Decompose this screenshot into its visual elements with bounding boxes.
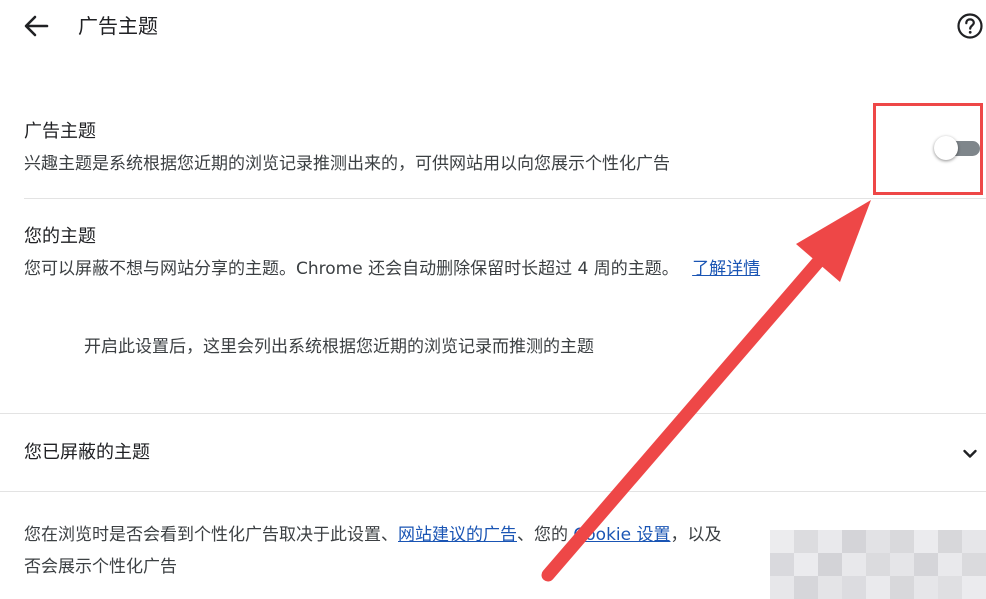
ad-topics-description: 兴趣主题是系统根据您近期的浏览记录推测出来的，可供网站用以向您展示个性化广告 <box>24 154 670 174</box>
divider <box>0 413 986 414</box>
ad-topics-title: 广告主题 <box>24 121 96 142</box>
your-topics-description-text: 您可以屏蔽不想与网站分享的主题。Chrome 还会自动删除保留时长超过 4 周的… <box>24 259 679 279</box>
page-title: 广告主题 <box>78 14 158 38</box>
blocked-topics-expand-button[interactable] <box>956 440 984 468</box>
annotation-arrow <box>541 200 871 582</box>
your-topics-title: 您的主题 <box>24 226 96 247</box>
cookie-settings-link[interactable]: Cookie 设置 <box>573 525 670 545</box>
arrow-left-icon <box>24 15 49 37</box>
site-suggested-ads-link[interactable]: 网站建议的广告 <box>398 525 517 545</box>
pixelated-mosaic <box>770 530 986 599</box>
your-topics-description: 您可以屏蔽不想与网站分享的主题。Chrome 还会自动删除保留时长超过 4 周的… <box>24 256 760 282</box>
back-button[interactable] <box>18 10 54 42</box>
help-button[interactable] <box>955 11 985 41</box>
annotation-highlight-box <box>873 103 983 195</box>
chevron-down-icon <box>963 449 977 458</box>
footer-text: 、您的 <box>517 525 574 545</box>
blocked-topics-title: 您已屏蔽的主题 <box>24 442 150 463</box>
divider <box>0 491 986 492</box>
footer-text: ，以及 <box>670 525 722 545</box>
your-topics-empty-state: 开启此设置后，这里会列出系统根据您近期的浏览记录而推测的主题 <box>84 337 594 357</box>
help-circle-icon <box>957 13 983 39</box>
divider <box>24 198 986 199</box>
footer-line-1: 您在浏览时是否会看到个性化广告取决于此设置、网站建议的广告、您的 Cookie … <box>24 522 722 548</box>
footer-text: 您在浏览时是否会看到个性化广告取决于此设置、 <box>24 525 398 545</box>
footer-line-2: 否会展示个性化广告 <box>24 557 177 577</box>
learn-more-link[interactable]: 了解详情 <box>692 259 760 279</box>
